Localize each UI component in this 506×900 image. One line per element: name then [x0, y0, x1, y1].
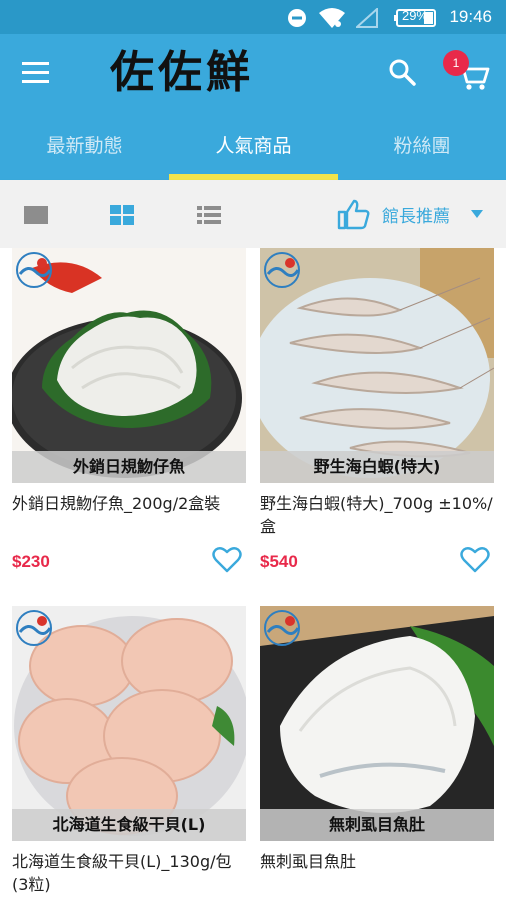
toolbar: 佐佐鮮 1: [0, 34, 506, 112]
product-price: $540: [260, 552, 298, 571]
tab-popular-products[interactable]: 人氣商品: [169, 112, 338, 180]
product-title[interactable]: 北海道生食級干貝(L)_130g/包(3粒): [12, 850, 246, 896]
menu-icon[interactable]: [18, 54, 54, 90]
product-image: 外銷日規魩仔魚: [12, 248, 246, 483]
sort-label: 館長推薦: [382, 207, 450, 227]
product-title[interactable]: 外銷日規魩仔魚_200g/2盒裝: [12, 492, 246, 515]
product-price: $230: [12, 552, 50, 571]
sort-dropdown[interactable]: 館長推薦: [336, 180, 496, 248]
brand-seal-icon: [264, 610, 300, 646]
status-bar: 29% 19:46: [0, 0, 506, 34]
tab-bar: 最新動態 人氣商品 粉絲團: [0, 112, 506, 180]
product-image: 野生海白蝦(特大): [260, 248, 494, 483]
favorite-heart-icon[interactable]: [460, 546, 490, 574]
product-image-caption: 野生海白蝦(特大): [260, 451, 494, 483]
tab-fan-group[interactable]: 粉絲團: [338, 112, 506, 180]
product-title[interactable]: 野生海白蝦(特大)_700g ±10%/盒: [260, 492, 494, 538]
product-grid: 外銷日規魩仔魚 外銷日規魩仔魚_200g/2盒裝 $230 野生海白蝦(特大) …: [0, 248, 506, 900]
tab-latest-news[interactable]: 最新動態: [0, 112, 169, 180]
battery-percent: 29%: [401, 8, 428, 23]
grid-view-icon[interactable]: [108, 202, 136, 228]
brand-seal-icon: [16, 610, 52, 646]
product-image-caption: 無刺虱目魚肚: [260, 809, 494, 841]
single-view-icon[interactable]: [22, 202, 50, 228]
brand-seal-icon: [264, 252, 300, 288]
search-icon[interactable]: [386, 56, 418, 88]
favorite-heart-icon[interactable]: [212, 546, 242, 574]
cart-count-badge: 1: [445, 52, 467, 74]
app-logo: 佐佐鮮: [110, 47, 254, 98]
product-title[interactable]: 無刺虱目魚肚: [260, 850, 494, 873]
cellular-signal-icon: [356, 8, 378, 28]
product-image: 無刺虱目魚肚: [260, 606, 494, 841]
dropdown-arrow-icon: [471, 210, 483, 218]
product-image-caption: 外銷日規魩仔魚: [12, 451, 246, 483]
product-image: 北海道生食級干貝(L): [12, 606, 246, 841]
thumbs-up-icon: [337, 199, 370, 230]
list-view-icon[interactable]: [195, 202, 223, 228]
brand-seal-icon: [16, 252, 52, 288]
wifi-icon: [319, 8, 345, 28]
do-not-disturb-icon: [288, 9, 306, 27]
clock: 19:46: [449, 7, 492, 26]
product-image-caption: 北海道生食級干貝(L): [12, 809, 246, 841]
view-options-bar: 館長推薦: [0, 180, 506, 248]
